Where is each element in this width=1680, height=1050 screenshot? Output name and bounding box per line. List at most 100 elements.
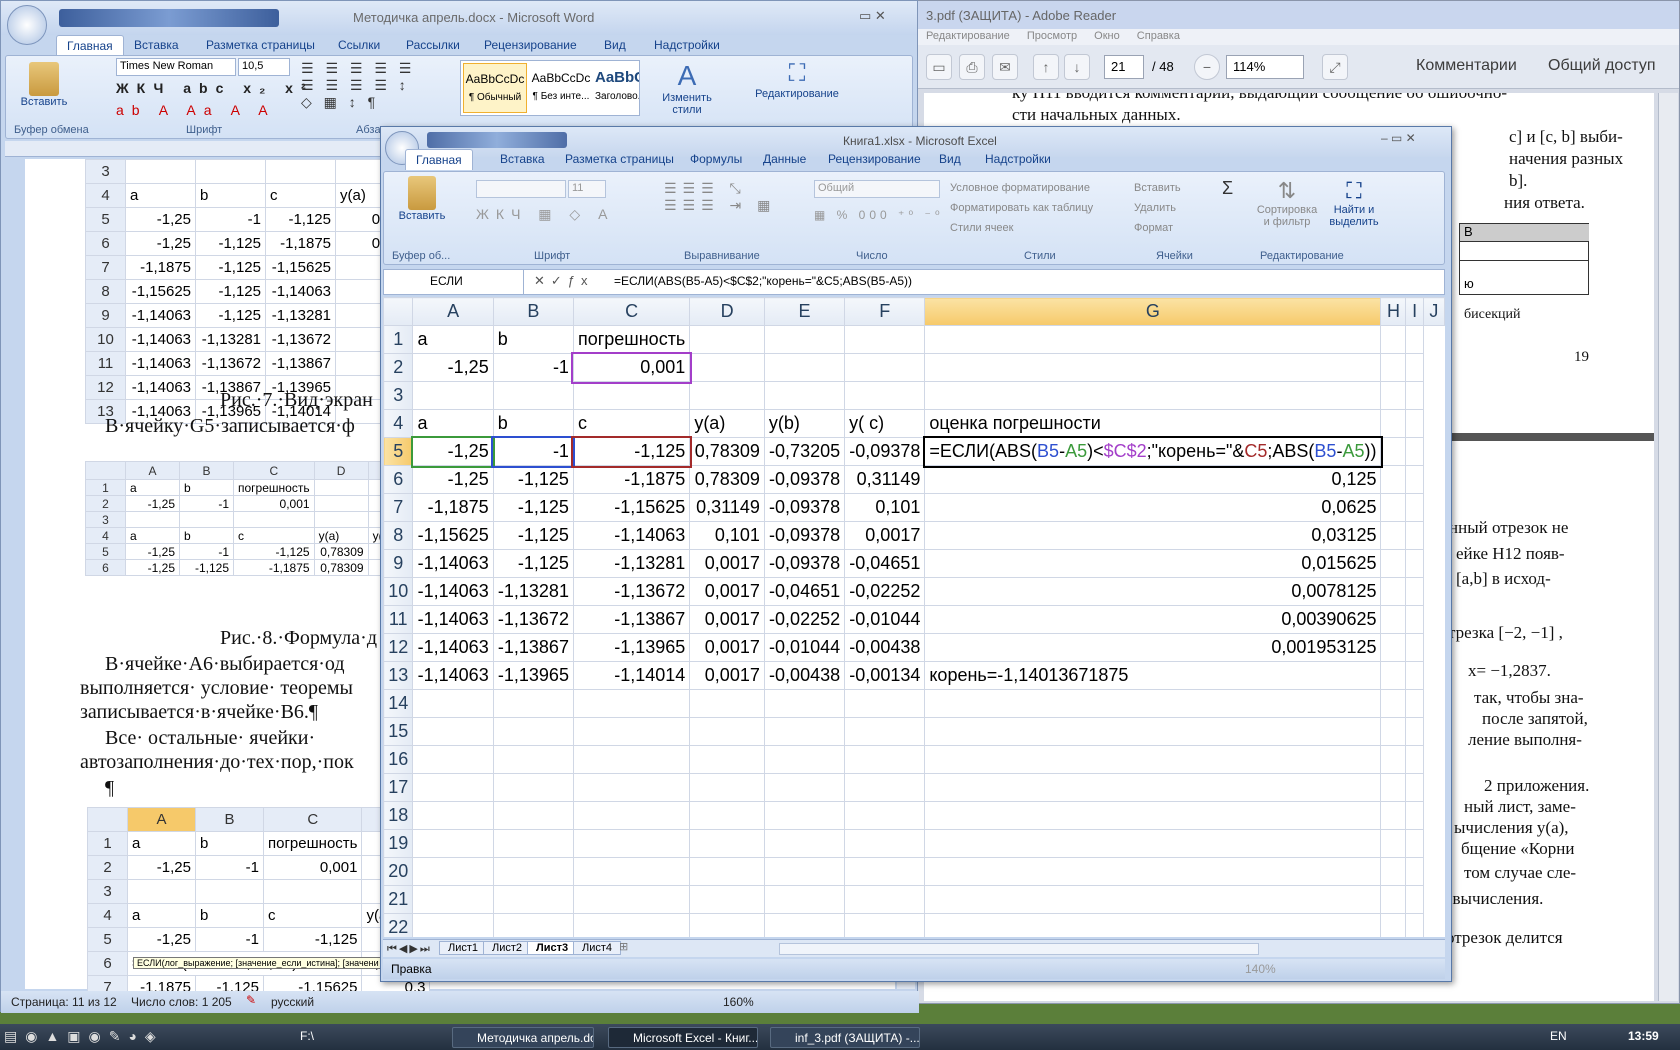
cell-h11[interactable] bbox=[1380, 605, 1407, 634]
cell-g17[interactable] bbox=[924, 773, 1382, 802]
cell-a7[interactable]: -1,1875 bbox=[412, 493, 494, 522]
cell-i15[interactable] bbox=[1405, 717, 1424, 746]
zoom-out-icon[interactable]: − bbox=[1194, 54, 1220, 80]
status-words[interactable]: Число слов: 1 205 bbox=[131, 995, 232, 1009]
cell-h13[interactable] bbox=[1380, 661, 1407, 690]
tab-layout[interactable]: Разметка страницы bbox=[565, 152, 674, 166]
cell-e4[interactable]: y(b) bbox=[763, 409, 846, 438]
cell-f12[interactable]: -0,00438 bbox=[844, 633, 926, 662]
tab-insert[interactable]: Вставка bbox=[500, 152, 545, 166]
cell-g20[interactable] bbox=[924, 857, 1382, 886]
font-size-select[interactable]: 11 bbox=[568, 180, 606, 198]
cell-h4[interactable] bbox=[1380, 409, 1407, 438]
cell-f18[interactable] bbox=[844, 801, 926, 830]
tab-review[interactable]: Рецензирование bbox=[484, 38, 577, 52]
cell-d16[interactable] bbox=[689, 745, 765, 774]
task-excel[interactable]: Microsoft Excel - Книг... bbox=[608, 1027, 758, 1048]
spreadsheet-grid[interactable]: A B C D E F G H I J 1 a b погрешность 2 -1,25 -1 0,001 3 4 a… bbox=[383, 297, 1445, 937]
cell-f16[interactable] bbox=[844, 745, 926, 774]
cell-e1[interactable] bbox=[763, 325, 846, 354]
cell-a21[interactable] bbox=[412, 885, 494, 914]
keyboard-language[interactable]: EN bbox=[1550, 1029, 1567, 1043]
cell-e12[interactable]: -0,01044 bbox=[763, 633, 846, 662]
cell-i21[interactable] bbox=[1405, 885, 1424, 914]
page-down-icon[interactable]: ↓ bbox=[1064, 54, 1090, 80]
email-icon[interactable]: ✉ bbox=[992, 54, 1018, 80]
row-header[interactable]: 20 bbox=[383, 857, 414, 886]
cell-d19[interactable] bbox=[689, 829, 765, 858]
cell-i2[interactable] bbox=[1405, 353, 1424, 382]
cell-f21[interactable] bbox=[844, 885, 926, 914]
cell-b11[interactable]: -1,13672 bbox=[492, 605, 574, 634]
column-header-c[interactable]: C bbox=[572, 297, 691, 326]
office-button[interactable] bbox=[7, 5, 47, 45]
cell-b4[interactable]: b bbox=[492, 409, 574, 438]
cell-i14[interactable] bbox=[1405, 689, 1424, 718]
row-header[interactable]: 11 bbox=[383, 605, 414, 634]
cell-i10[interactable] bbox=[1405, 577, 1424, 606]
quick-launch[interactable]: ▤◉▲▣◉✎◕◈ bbox=[4, 1028, 294, 1045]
cell-f13[interactable]: -0,00134 bbox=[844, 661, 926, 690]
cell-h17[interactable] bbox=[1380, 773, 1407, 802]
cell-e10[interactable]: -0,04651 bbox=[763, 577, 846, 606]
cell-e14[interactable] bbox=[763, 689, 846, 718]
cell-a11[interactable]: -1,14063 bbox=[412, 605, 494, 634]
cell-h14[interactable] bbox=[1380, 689, 1407, 718]
tab-view[interactable]: Вид bbox=[604, 38, 626, 52]
cell-c13[interactable]: -1,14014 bbox=[572, 661, 691, 690]
tab-layout[interactable]: Разметка страницы bbox=[206, 38, 315, 52]
cell-b18[interactable] bbox=[492, 801, 574, 830]
cell-a5[interactable]: -1,25 bbox=[410, 435, 496, 468]
cell-i6[interactable] bbox=[1405, 465, 1424, 494]
tab-review[interactable]: Рецензирование bbox=[828, 152, 921, 166]
cell-c20[interactable] bbox=[572, 857, 691, 886]
tab-formulas[interactable]: Формулы bbox=[690, 152, 742, 166]
cell-g5[interactable]: =ЕСЛИ(ABS(B5-A5)<$C$2;"корень="&C5;ABS(B… bbox=[922, 435, 1383, 468]
fit-page-icon[interactable]: ⤢ bbox=[1322, 54, 1348, 80]
style-no-spacing[interactable]: AaBbCcDc ¶ Без инте... bbox=[529, 63, 593, 113]
select-all-corner[interactable] bbox=[383, 297, 414, 326]
horizontal-scrollbar[interactable] bbox=[779, 943, 1259, 955]
cell-f22[interactable] bbox=[844, 913, 926, 937]
cell-i3[interactable] bbox=[1405, 381, 1424, 410]
sheet-nav-arrows[interactable]: ⏮◀▶⏭ bbox=[387, 942, 432, 956]
cell-i11[interactable] bbox=[1405, 605, 1424, 634]
cell-a18[interactable] bbox=[412, 801, 494, 830]
cell-e20[interactable] bbox=[763, 857, 846, 886]
cell-g11[interactable]: 0,00390625 bbox=[924, 605, 1382, 634]
status-page[interactable]: Страница: 11 из 12 bbox=[11, 995, 117, 1009]
cell-f9[interactable]: -0,04651 bbox=[844, 549, 926, 578]
cell-i8[interactable] bbox=[1405, 521, 1424, 550]
cell-d1[interactable] bbox=[689, 325, 765, 354]
cell-e9[interactable]: -0,09378 bbox=[763, 549, 846, 578]
save-icon[interactable]: ▭ bbox=[926, 54, 952, 80]
quick-access-toolbar[interactable] bbox=[427, 132, 567, 148]
cell-a9[interactable]: -1,14063 bbox=[412, 549, 494, 578]
tab-addins[interactable]: Надстройки bbox=[654, 38, 720, 52]
find-select-button[interactable]: ⛶ Найти и выделить bbox=[1324, 178, 1384, 228]
paragraph-buttons[interactable]: ☰ ☰ ☰ ☰ ☰ ☰ ☰ ☰ ☰ ↕ ◇ ▦ ↕ ¶ bbox=[301, 60, 451, 120]
style-heading[interactable]: AaBbCЗаголово... bbox=[595, 63, 639, 113]
cell-c2[interactable]: 0,001 bbox=[571, 351, 692, 384]
cell-g22[interactable] bbox=[924, 913, 1382, 937]
row-header[interactable]: 9 bbox=[383, 549, 414, 578]
cell-i22[interactable] bbox=[1405, 913, 1424, 937]
cell-c8[interactable]: -1,14063 bbox=[572, 521, 691, 550]
cell-c1[interactable]: погрешность bbox=[572, 325, 691, 354]
status-zoom[interactable]: 160% bbox=[723, 995, 754, 1009]
cell-b1[interactable]: b bbox=[492, 325, 574, 354]
tab-home[interactable]: Главная bbox=[56, 35, 124, 56]
cell-f4[interactable]: y( c) bbox=[844, 409, 926, 438]
cell-b2[interactable]: -1 bbox=[492, 353, 574, 382]
cell-a20[interactable] bbox=[412, 857, 494, 886]
formula-input[interactable]: =ЕСЛИ(ABS(B5-A5)<$C$2;"корень="&C5;ABS(B… bbox=[614, 274, 912, 288]
cell-a17[interactable] bbox=[412, 773, 494, 802]
cell-c3[interactable] bbox=[572, 381, 691, 410]
cell-h16[interactable] bbox=[1380, 745, 1407, 774]
cell-d4[interactable]: y(a) bbox=[689, 409, 765, 438]
cell-a2[interactable]: -1,25 bbox=[412, 353, 494, 382]
cell-h8[interactable] bbox=[1380, 521, 1407, 550]
cell-f1[interactable] bbox=[844, 325, 926, 354]
cell-i9[interactable] bbox=[1405, 549, 1424, 578]
cell-b14[interactable] bbox=[492, 689, 574, 718]
